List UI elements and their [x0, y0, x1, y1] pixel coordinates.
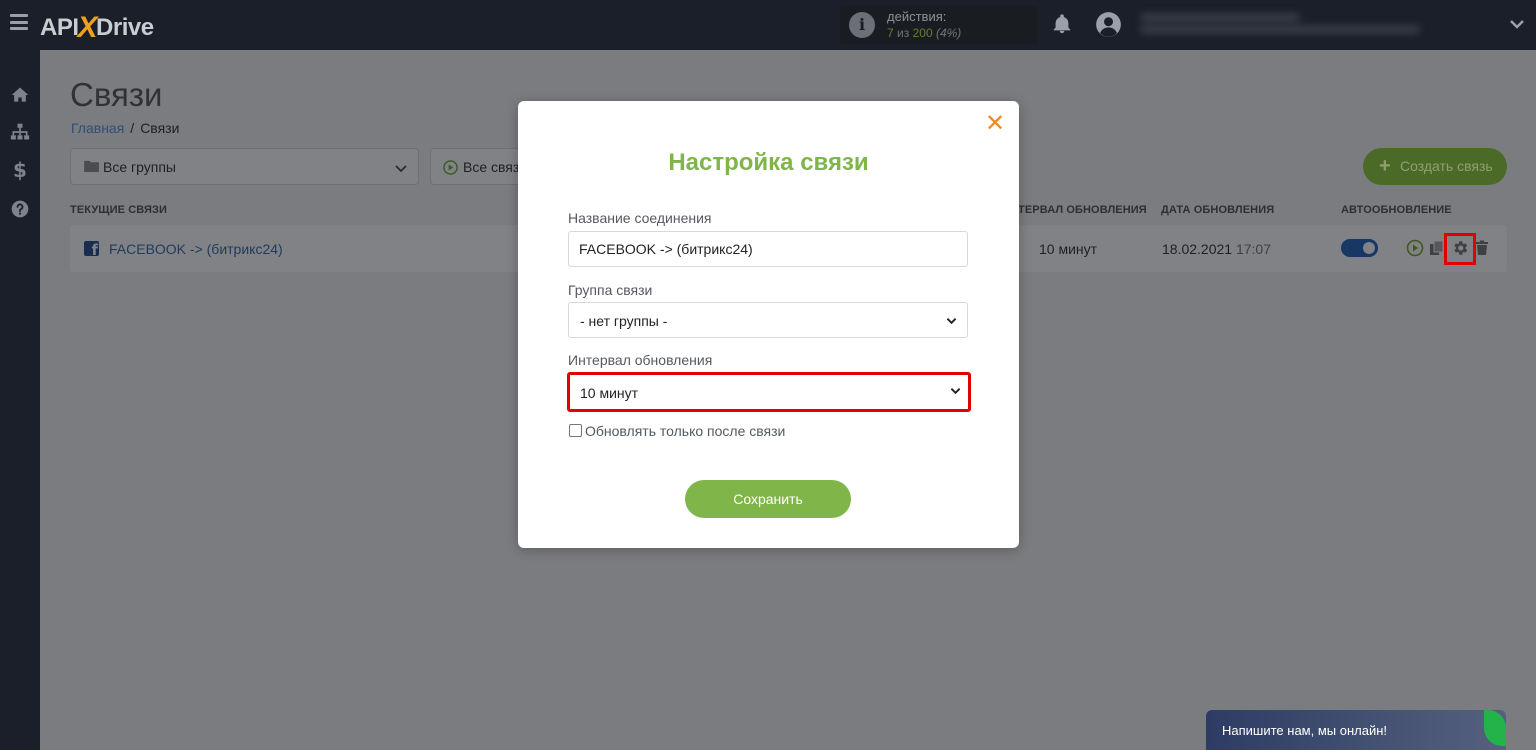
- connection-group-select[interactable]: - нет группы -: [568, 302, 968, 338]
- sidebar-item-help[interactable]: [0, 190, 40, 228]
- connection-group-value: - нет группы -: [580, 313, 668, 329]
- sidebar-item-connections[interactable]: [0, 113, 40, 151]
- column-header-current: ТЕКУЩИЕ СВЯЗИ: [70, 204, 168, 216]
- trash-icon[interactable]: [1473, 239, 1491, 257]
- close-icon[interactable]: ✕: [985, 111, 1005, 135]
- chevron-down-icon: [395, 165, 407, 173]
- group-filter-value: Все группы: [103, 159, 176, 175]
- chevron-down-icon[interactable]: [1509, 16, 1525, 32]
- breadcrumb-current: Связи: [140, 120, 180, 136]
- logo-part-api: API: [40, 14, 79, 41]
- facebook-icon: f: [84, 241, 99, 256]
- connection-group-label: Группа связи: [568, 282, 653, 298]
- breadcrumb-separator: /: [130, 120, 135, 136]
- folder-icon: [84, 160, 99, 172]
- breadcrumb-home-link[interactable]: Главная: [71, 120, 124, 136]
- connection-date: 18.02.2021 17:07: [1162, 241, 1271, 257]
- help-icon: [11, 200, 29, 218]
- update-interval-label: Интервал обновления: [568, 352, 713, 368]
- plus-icon: +: [1379, 155, 1391, 177]
- sidebar-item-home[interactable]: [0, 76, 40, 114]
- sidebar-item-billing[interactable]: $: [0, 151, 40, 189]
- logo[interactable]: APIXDrive: [40, 9, 154, 44]
- home-icon: [11, 87, 29, 102]
- chevron-down-icon: [946, 318, 957, 325]
- actions-counter: i действия: 7 из 200 (4%): [840, 6, 1038, 44]
- chat-widget[interactable]: Напишите нам, мы онлайн!: [1206, 710, 1506, 750]
- chevron-down-icon: [950, 388, 961, 395]
- update-interval-select[interactable]: 10 минут: [567, 372, 971, 412]
- dollar-icon: $: [13, 158, 27, 182]
- logo-part-x: X: [77, 11, 98, 44]
- connection-interval: 10 минут: [1039, 241, 1098, 257]
- status-filter-select[interactable]: Все связи: [430, 148, 530, 185]
- actions-of: из: [897, 26, 910, 40]
- play-icon[interactable]: [1406, 239, 1424, 257]
- column-header-interval: ТЕРВАЛ ОБНОВЛЕНИЯ: [1018, 204, 1147, 216]
- user-avatar-icon[interactable]: [1095, 11, 1122, 38]
- menu-icon[interactable]: [10, 14, 28, 30]
- group-filter-select[interactable]: Все группы: [70, 148, 419, 185]
- gear-icon[interactable]: [1451, 239, 1469, 257]
- connection-date-day: 18.02.2021: [1162, 241, 1233, 257]
- connection-settings-modal: ✕ Настройка связи Название соединения Гр…: [518, 101, 1019, 548]
- actions-count: 7 из 200 (4%): [887, 26, 961, 40]
- actions-total: 200: [912, 26, 933, 40]
- update-interval-value: 10 минут: [580, 385, 639, 401]
- connection-name-link[interactable]: FACEBOOK -> (битрикс24): [109, 241, 283, 257]
- connection-name-label: Название соединения: [568, 210, 712, 226]
- chat-leaf-icon: [1484, 710, 1506, 746]
- column-header-autoupdate: АВТООБНОВЛЕНИЕ: [1341, 204, 1452, 216]
- create-connection-button[interactable]: + Создать связь: [1363, 148, 1507, 185]
- create-connection-label: Создать связь: [1400, 158, 1493, 174]
- modal-title: Настройка связи: [668, 149, 869, 176]
- page-title: Связи: [70, 76, 163, 113]
- breadcrumb: Главная / Связи: [71, 120, 179, 136]
- autoupdate-toggle[interactable]: [1341, 239, 1378, 257]
- user-name-blurred: [1140, 14, 1420, 38]
- logo-part-drive: Drive: [96, 14, 154, 41]
- bell-icon[interactable]: [1051, 13, 1073, 35]
- connection-date-time: 17:07: [1235, 241, 1272, 257]
- column-header-date: ДАТА ОБНОВЛЕНИЯ: [1161, 204, 1275, 216]
- actions-used: 7: [887, 26, 894, 40]
- top-bar: APIXDrive i действия: 7 из 200 (4%): [0, 0, 1536, 50]
- play-icon: [443, 160, 458, 175]
- sidebar: $: [0, 50, 40, 750]
- sitemap-icon: [10, 123, 30, 140]
- checkbox-box[interactable]: [569, 424, 582, 437]
- actions-percent: (4%): [935, 26, 962, 40]
- save-button[interactable]: Сохранить: [685, 480, 851, 518]
- connection-name-input[interactable]: [568, 231, 968, 267]
- actions-label: действия:: [887, 9, 947, 24]
- chat-widget-label: Напишите нам, мы онлайн!: [1222, 723, 1388, 738]
- checkbox-label: Обновлять только после связи: [585, 423, 786, 439]
- info-icon: i: [849, 12, 875, 38]
